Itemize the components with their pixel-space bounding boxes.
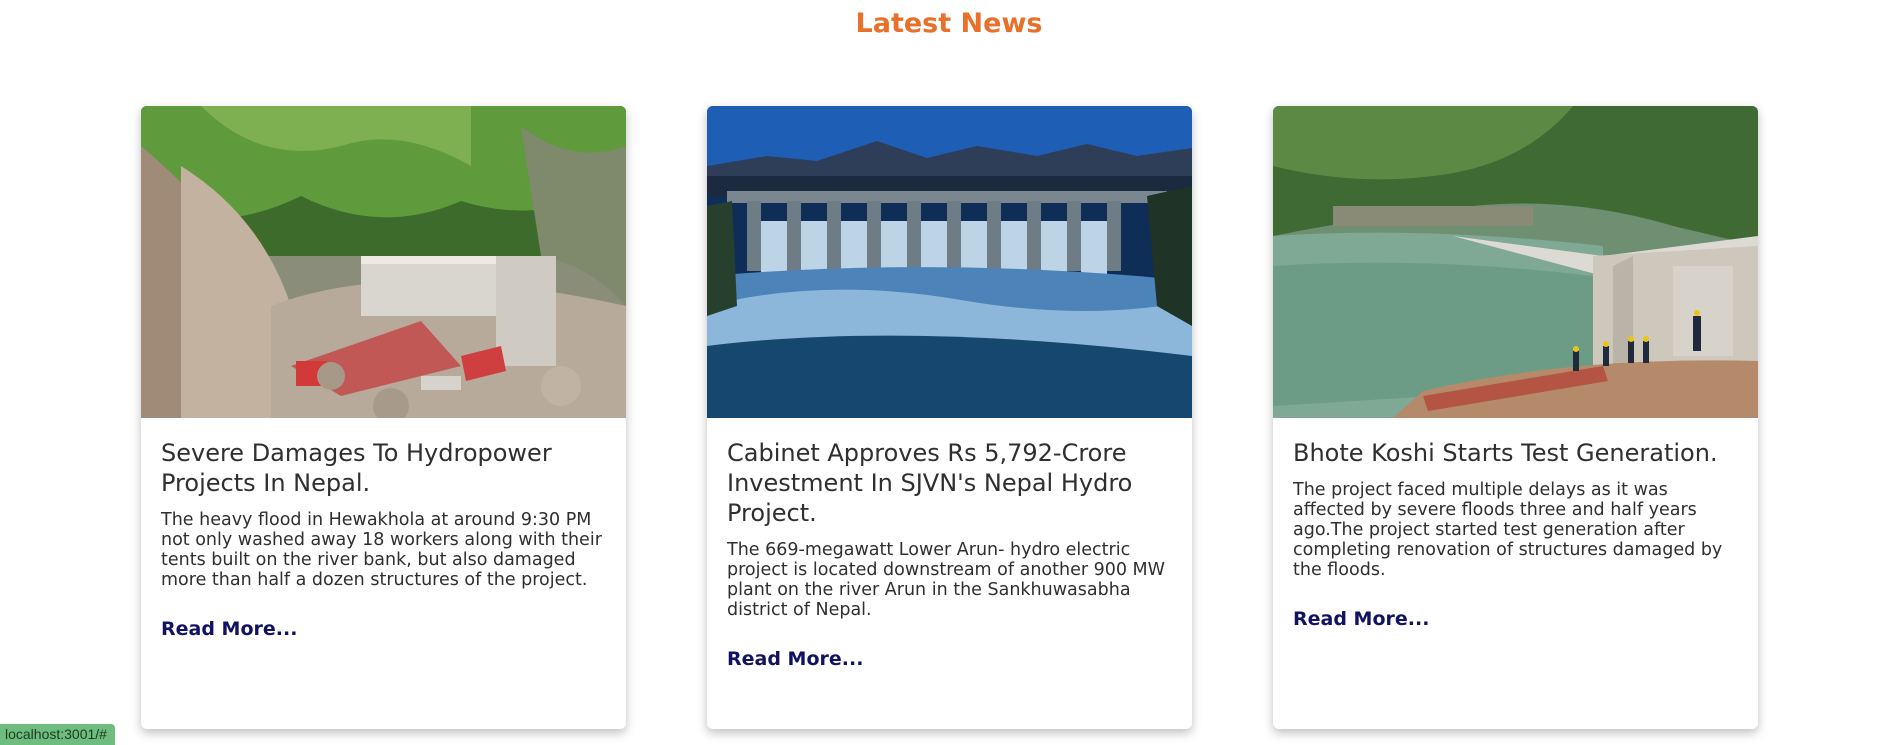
read-more-link[interactable]: Read More...	[161, 618, 297, 640]
news-image-dam-spillway	[707, 106, 1192, 418]
status-bar-url: localhost:3001/#	[0, 724, 115, 745]
news-card: Bhote Koshi Starts Test Generation. The …	[1273, 106, 1758, 729]
read-more-link[interactable]: Read More...	[1293, 608, 1429, 630]
news-title[interactable]: Cabinet Approves Rs 5,792-Crore Investme…	[727, 438, 1172, 528]
read-more-link[interactable]: Read More...	[727, 648, 863, 670]
news-title[interactable]: Bhote Koshi Starts Test Generation.	[1293, 438, 1738, 468]
section-title: Latest News	[855, 8, 1043, 39]
news-image-reservoir-dam	[1273, 106, 1758, 418]
news-excerpt: The heavy flood in Hewakhola at around 9…	[161, 510, 602, 590]
news-excerpt: The 669-megawatt Lower Arun- hydro elect…	[727, 540, 1165, 620]
news-image-flood-site	[141, 106, 626, 418]
news-card: Cabinet Approves Rs 5,792-Crore Investme…	[707, 106, 1192, 729]
news-image[interactable]	[141, 106, 626, 418]
news-image[interactable]	[707, 106, 1192, 418]
news-excerpt: The project faced multiple delays as it …	[1293, 480, 1723, 580]
news-title[interactable]: Severe Damages To Hydropower Projects In…	[161, 438, 606, 498]
news-image[interactable]	[1273, 106, 1758, 418]
news-card: Severe Damages To Hydropower Projects In…	[141, 106, 626, 729]
